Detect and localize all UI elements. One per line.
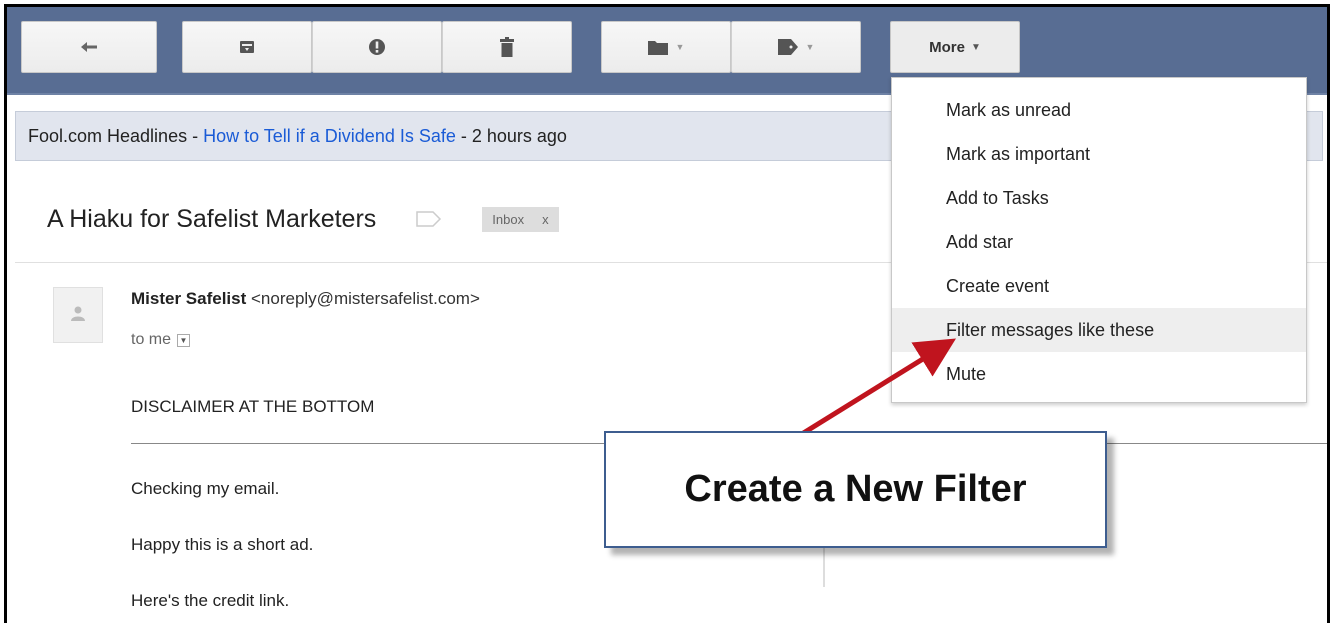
- recipient-line: to me ▼: [131, 331, 191, 349]
- report-spam-button[interactable]: [312, 21, 442, 73]
- inbox-label-chip[interactable]: Inbox x: [482, 206, 559, 232]
- more-button[interactable]: More ▼: [890, 21, 1020, 73]
- menu-item-filter-messages[interactable]: Filter messages like these: [892, 308, 1306, 352]
- body-line: Checking my email.: [131, 479, 280, 498]
- body-line: Happy this is a short ad.: [131, 535, 314, 554]
- delete-button[interactable]: [442, 21, 572, 73]
- web-clip-source: Fool.com Headlines -: [28, 125, 204, 146]
- show-details-icon[interactable]: ▼: [177, 333, 191, 347]
- remove-label-icon[interactable]: x: [542, 212, 549, 227]
- avatar[interactable]: [53, 287, 103, 343]
- email-subject: A Hiaku for Safelist Marketers: [47, 204, 377, 233]
- sender-name[interactable]: Mister Safelist: [131, 289, 246, 308]
- labels-button[interactable]: ▼: [731, 21, 861, 73]
- importance-marker-icon[interactable]: [416, 211, 442, 227]
- chevron-down-icon: ▼: [970, 41, 981, 53]
- back-button-group: [21, 21, 157, 73]
- decorative-divider: [823, 547, 825, 587]
- body-line: Here's the credit link.: [131, 591, 290, 610]
- menu-item-mark-unread[interactable]: Mark as unread: [892, 88, 1306, 132]
- more-dropdown-menu: Mark as unread Mark as important Add to …: [891, 77, 1307, 403]
- web-clip-time: - 2 hours ago: [455, 125, 567, 146]
- back-button[interactable]: [21, 21, 157, 73]
- sender-email: <noreply@mistersafelist.com>: [251, 289, 480, 308]
- archive-button[interactable]: [182, 21, 312, 73]
- recipient-text: to me: [131, 331, 172, 348]
- menu-item-add-star[interactable]: Add star: [892, 220, 1306, 264]
- menu-item-create-event[interactable]: Create event: [892, 264, 1306, 308]
- annotation-callout-text: Create a New Filter: [684, 468, 1027, 510]
- menu-item-mark-important[interactable]: Mark as important: [892, 132, 1306, 176]
- chevron-down-icon: ▼: [805, 42, 815, 52]
- chevron-down-icon: ▼: [675, 42, 685, 52]
- body-disclaimer: DISCLAIMER AT THE BOTTOM: [131, 397, 375, 416]
- subject-row: A Hiaku for Safelist Marketers Inbox x: [47, 199, 559, 239]
- sender-line: Mister Safelist <noreply@mistersafelist.…: [131, 289, 480, 309]
- folder-icon: [647, 39, 668, 55]
- message-action-group: [182, 21, 572, 73]
- back-arrow-icon: [79, 40, 99, 54]
- trash-icon: [500, 37, 514, 57]
- more-button-label: More: [929, 38, 965, 56]
- report-spam-icon: [368, 38, 386, 56]
- gmail-screenshot-frame: ▼ ▼ More ▼ Fool.com Headlines - How to T…: [4, 4, 1330, 623]
- person-icon: [70, 305, 86, 326]
- menu-item-mute[interactable]: Mute: [892, 352, 1306, 396]
- menu-item-add-to-tasks[interactable]: Add to Tasks: [892, 176, 1306, 220]
- label-tag-icon: [777, 39, 798, 55]
- annotation-callout: Create a New Filter: [604, 431, 1107, 548]
- organize-group: ▼ ▼: [601, 21, 861, 73]
- archive-icon: [239, 39, 255, 55]
- move-to-button[interactable]: ▼: [601, 21, 731, 73]
- web-clip-link[interactable]: How to Tell if a Dividend Is Safe: [203, 126, 456, 147]
- inbox-label-text: Inbox: [492, 211, 525, 227]
